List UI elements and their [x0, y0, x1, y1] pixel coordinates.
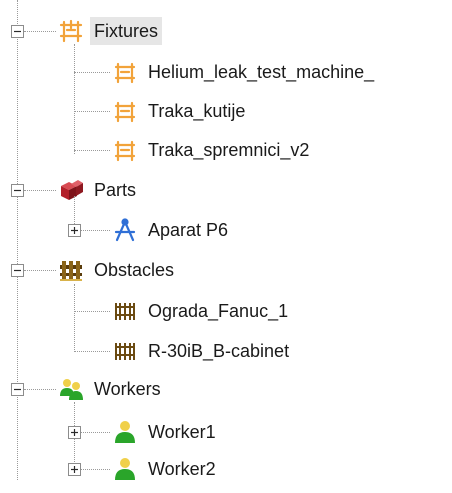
tree-line: [80, 432, 110, 433]
tree-node-label: Parts: [94, 180, 137, 200]
collapse-fixtures-button[interactable]: [11, 25, 24, 38]
worker-icon: [112, 419, 138, 445]
tree-line: [74, 150, 110, 151]
tree-node-fixtures[interactable]: Fixtures: [58, 15, 163, 47]
parts-icon: [58, 177, 84, 203]
expand-worker2-button[interactable]: [68, 463, 81, 476]
tree-node-obstacles[interactable]: Obstacles: [58, 254, 178, 286]
tree-line: [24, 389, 56, 390]
tree-line: [80, 230, 110, 231]
tree-node-traka-spremnici-v2[interactable]: Traka_spremnici_v2: [112, 134, 313, 166]
tree-node-label: Ograda_Fanuc_1: [148, 301, 289, 321]
tree-line: [17, 0, 18, 480]
tree-node-worker2[interactable]: Worker2: [112, 453, 220, 485]
tree-line: [24, 190, 56, 191]
tree-node-label: Fixtures: [90, 17, 163, 45]
tree-node-label: Workers: [94, 379, 161, 399]
tree-line: [24, 31, 56, 32]
scene-tree: Fixtures Helium_leak_test_machine_ Traka…: [0, 0, 452, 493]
tree-node-aparat-p6[interactable]: Aparat P6: [112, 214, 232, 246]
minus-icon: [14, 30, 21, 33]
tree-node-worker1[interactable]: Worker1: [112, 416, 220, 448]
tree-line: [74, 111, 110, 112]
tree-node-traka-kutije[interactable]: Traka_kutije: [112, 95, 249, 127]
tree-node-label: Traka_kutije: [148, 101, 246, 121]
tree-node-label: Obstacles: [94, 260, 175, 280]
tree-node-label: Worker2: [148, 459, 216, 479]
tree-line: [74, 284, 75, 352]
tree-node-workers[interactable]: Workers: [58, 373, 165, 405]
fixture-icon: [58, 18, 84, 44]
tree-line: [74, 44, 75, 154]
tree-line: [74, 351, 110, 352]
part-compass-icon: [112, 217, 138, 243]
tree-node-label: Traka_spremnici_v2: [148, 140, 310, 160]
worker-icon: [112, 456, 138, 482]
collapse-workers-button[interactable]: [11, 383, 24, 396]
tree-line: [80, 469, 110, 470]
tree-node-label: Aparat P6: [148, 220, 229, 240]
minus-icon: [14, 189, 21, 192]
fence-icon: [112, 338, 138, 364]
tree-node-r-30ib-b-cabinet[interactable]: R-30iB_B-cabinet: [112, 335, 293, 367]
plus-icon: [71, 227, 78, 234]
collapse-parts-button[interactable]: [11, 184, 24, 197]
tree-line: [74, 72, 110, 73]
tree-line: [74, 311, 110, 312]
tree-node-helium-leak-test-machine[interactable]: Helium_leak_test_machine_: [112, 56, 378, 88]
expand-aparat-p6-button[interactable]: [68, 224, 81, 237]
tree-line: [24, 270, 56, 271]
fixture-icon: [112, 59, 138, 85]
plus-icon: [71, 429, 78, 436]
plus-icon: [71, 466, 78, 473]
tree-node-parts[interactable]: Parts: [58, 174, 140, 206]
minus-icon: [14, 388, 21, 391]
workers-icon: [58, 376, 84, 402]
tree-node-label: Helium_leak_test_machine_: [148, 62, 375, 82]
fixture-icon: [112, 137, 138, 163]
collapse-obstacles-button[interactable]: [11, 264, 24, 277]
fixture-icon: [112, 98, 138, 124]
tree-node-ograda-fanuc-1[interactable]: Ograda_Fanuc_1: [112, 295, 292, 327]
fence-icon: [112, 298, 138, 324]
obstacles-icon: [58, 257, 84, 283]
tree-node-label: Worker1: [148, 422, 216, 442]
tree-node-label: R-30iB_B-cabinet: [148, 341, 290, 361]
expand-worker1-button[interactable]: [68, 426, 81, 439]
minus-icon: [14, 269, 21, 272]
